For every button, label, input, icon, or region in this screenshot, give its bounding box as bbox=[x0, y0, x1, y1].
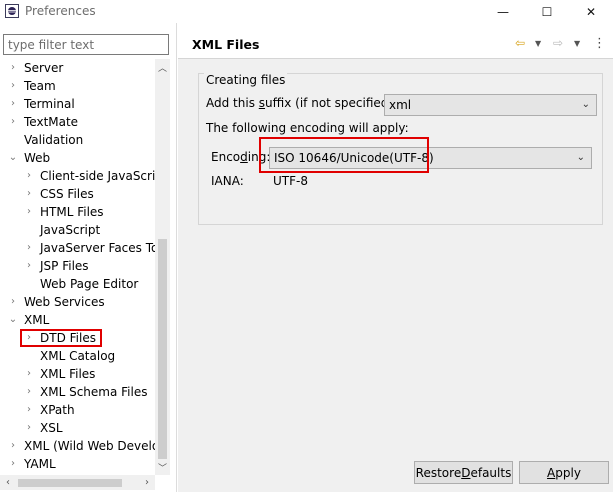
apply-button[interactable]: Apply bbox=[519, 461, 609, 484]
iana-value: UTF-8 bbox=[273, 174, 308, 188]
chevron-right-icon[interactable]: › bbox=[8, 455, 18, 473]
window-title: Preferences bbox=[25, 4, 96, 18]
tree-item-label: Validation bbox=[24, 133, 84, 147]
chevron-right-icon[interactable]: › bbox=[8, 95, 18, 113]
xml-files-highlight bbox=[20, 329, 102, 347]
forward-dropdown-icon[interactable]: ▼ bbox=[574, 35, 580, 51]
chevron-right-icon[interactable]: › bbox=[24, 401, 34, 419]
suffix-combo[interactable]: xml ⌄ bbox=[384, 94, 597, 116]
restore-defaults-button[interactable]: Restore Defaults bbox=[414, 461, 513, 484]
maximize-icon: ☐ bbox=[541, 4, 553, 19]
tree-item-label: XML Catalog bbox=[40, 349, 116, 363]
tree-item-label: XPath bbox=[40, 403, 75, 417]
chevron-right-icon[interactable]: › bbox=[8, 59, 18, 77]
scroll-right-icon[interactable]: › bbox=[139, 475, 155, 490]
chevron-right-icon[interactable]: › bbox=[24, 203, 34, 221]
chevron-down-icon[interactable]: ⌄ bbox=[8, 149, 18, 167]
tree-item-label: XML Files bbox=[40, 367, 96, 381]
close-icon: ✕ bbox=[585, 4, 597, 19]
forward-arrow-icon[interactable]: ⇨ bbox=[553, 35, 563, 51]
filter-input[interactable] bbox=[3, 34, 169, 55]
tree-item-label: Web bbox=[24, 151, 51, 165]
minimize-button[interactable]: — bbox=[481, 0, 525, 23]
tree-item-label: Client-side JavaScript bbox=[40, 169, 155, 183]
preferences-tree: › Server › Team › Terminal › TextMate Validation… bbox=[0, 59, 155, 475]
chevron-down-icon: ⌄ bbox=[581, 99, 590, 110]
vertical-scroll-thumb[interactable] bbox=[158, 239, 167, 459]
tree-item-label: Web Services bbox=[24, 295, 105, 309]
tree-item-label: HTML Files bbox=[40, 205, 104, 219]
tree-item-label: JavaServer Faces Tools bbox=[40, 241, 155, 255]
suffix-value: xml bbox=[389, 98, 412, 112]
tree-item-label: Web Page Editor bbox=[40, 277, 139, 291]
suffix-label: Add this suffix (if not specified): bbox=[206, 96, 398, 110]
close-button[interactable]: ✕ bbox=[569, 0, 613, 23]
chevron-right-icon[interactable]: › bbox=[8, 113, 18, 131]
encoding-highlight bbox=[259, 137, 429, 173]
tree-item-label: XSL bbox=[40, 421, 63, 435]
group-title: Creating files bbox=[204, 73, 288, 87]
view-menu-icon[interactable]: ⋮ bbox=[593, 35, 606, 51]
tree-item-label: YAML bbox=[24, 457, 56, 471]
tree-item-label: TextMate bbox=[24, 115, 79, 129]
tree-item-label: XML (Wild Web Developer) bbox=[24, 439, 155, 453]
chevron-right-icon[interactable]: › bbox=[24, 365, 34, 383]
title-bar: Preferences — ☐ ✕ bbox=[0, 0, 613, 23]
preference-page: XML Files ⇦ ▼ ⇨ ▼ ⋮ Creating files Add t… bbox=[178, 23, 613, 492]
chevron-right-icon[interactable]: › bbox=[8, 293, 18, 311]
scroll-down-icon[interactable]: ﹀ bbox=[155, 459, 170, 475]
back-arrow-icon[interactable]: ⇦ bbox=[515, 35, 525, 51]
chevron-right-icon[interactable]: › bbox=[24, 185, 34, 203]
chevron-right-icon[interactable]: › bbox=[24, 257, 34, 275]
chevron-right-icon[interactable]: › bbox=[8, 437, 18, 455]
chevron-right-icon[interactable]: › bbox=[24, 239, 34, 257]
vertical-scrollbar[interactable]: ︿ ﹀ bbox=[155, 59, 170, 475]
tree-item-label: Server bbox=[24, 61, 64, 75]
tree-item-label: XML bbox=[24, 313, 50, 327]
encoding-intro: The following encoding will apply: bbox=[206, 121, 409, 135]
chevron-down-icon: ⌄ bbox=[576, 152, 585, 163]
chevron-right-icon[interactable]: › bbox=[24, 167, 34, 185]
preferences-tree-pane: › Server › Team › Terminal › TextMate Validation… bbox=[0, 23, 177, 492]
chevron-right-icon[interactable]: › bbox=[24, 419, 34, 437]
chevron-right-icon[interactable]: › bbox=[8, 77, 18, 95]
page-header: XML Files ⇦ ▼ ⇨ ▼ ⋮ bbox=[178, 23, 613, 59]
horizontal-scrollbar[interactable]: ‹ › bbox=[0, 475, 155, 490]
tree-item-label: Team bbox=[24, 79, 56, 93]
chevron-right-icon[interactable]: › bbox=[24, 383, 34, 401]
tree-item-label: JavaScript bbox=[40, 223, 101, 237]
maximize-button[interactable]: ☐ bbox=[525, 0, 569, 23]
tree-item-label: CSS Files bbox=[40, 187, 94, 201]
iana-label: IANA: bbox=[211, 174, 244, 188]
chevron-down-icon[interactable]: ⌄ bbox=[8, 311, 18, 329]
minimize-icon: — bbox=[497, 4, 509, 19]
scroll-left-icon[interactable]: ‹ bbox=[0, 475, 16, 490]
back-dropdown-icon[interactable]: ▼ bbox=[535, 35, 541, 51]
tree-item-label: Terminal bbox=[24, 97, 75, 111]
scroll-up-icon[interactable]: ︿ bbox=[155, 59, 170, 75]
eclipse-icon bbox=[5, 4, 19, 18]
tree-item-label: XML Schema Files bbox=[40, 385, 148, 399]
tree-item-label: JSP Files bbox=[40, 259, 89, 273]
page-title: XML Files bbox=[192, 37, 260, 52]
horizontal-scroll-thumb[interactable] bbox=[18, 479, 122, 487]
